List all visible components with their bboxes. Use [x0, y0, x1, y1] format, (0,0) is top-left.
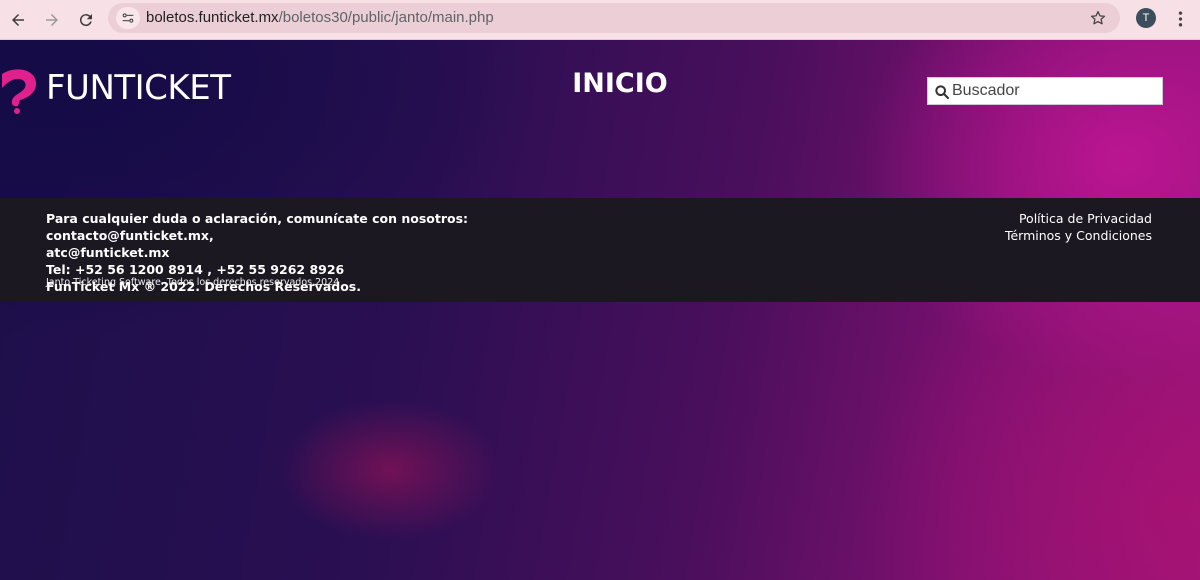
address-bar[interactable]: boletos.funticket.mx/boletos30/public/ja… [108, 3, 1120, 33]
back-button[interactable] [4, 6, 32, 34]
contact-line-emails: Para cualquier duda o aclaración, comuní… [46, 211, 469, 243]
terms-conditions-link[interactable]: Términos y Condiciones [1005, 227, 1152, 244]
browser-toolbar: boletos.funticket.mx/boletos30/public/ja… [0, 0, 1200, 40]
forward-icon [46, 14, 58, 26]
logo-mark-icon [2, 69, 37, 114]
site-info-button[interactable] [116, 7, 140, 29]
site-footer: Para cualquier duda o aclaración, comuní… [0, 198, 1200, 302]
bookmark-star-icon [1090, 10, 1106, 25]
funticket-logo[interactable]: FUNTICKET [0, 62, 231, 114]
contact-phones: Tel: +52 56 1200 8914 , +52 55 9262 8926 [46, 262, 345, 277]
page-title: INICIO [572, 68, 668, 99]
site-info-icon [122, 13, 134, 23]
contact-line-atc: atc@funticket.mx [46, 245, 170, 260]
reload-button[interactable] [72, 6, 100, 34]
search-input[interactable] [952, 78, 1158, 104]
logo-text: FUNTICKET [46, 68, 231, 108]
url-path: /boletos30/public/janto/main.php [278, 9, 494, 26]
url-domain: boletos.funticket.mx [146, 9, 279, 26]
reload-icon [79, 14, 92, 27]
search-icon [935, 85, 950, 100]
search-field[interactable] [927, 77, 1163, 105]
page-background: FUNTICKET INICIO Para cualquier duda o a… [0, 40, 1200, 580]
forward-button[interactable] [38, 6, 66, 34]
url-text[interactable]: boletos.funticket.mx/boletos30/public/ja… [146, 3, 494, 33]
back-icon [12, 14, 24, 26]
footer-links: Política de Privacidad Términos y Condic… [1005, 210, 1152, 244]
bookmark-button[interactable] [1088, 8, 1108, 28]
software-credit: Janto Ticketing Software. Todos los dere… [46, 277, 340, 288]
menu-dots-icon [1178, 11, 1182, 27]
privacy-policy-link[interactable]: Política de Privacidad [1005, 210, 1152, 227]
browser-menu-button[interactable] [1172, 8, 1188, 30]
profile-avatar[interactable]: T [1136, 8, 1156, 28]
